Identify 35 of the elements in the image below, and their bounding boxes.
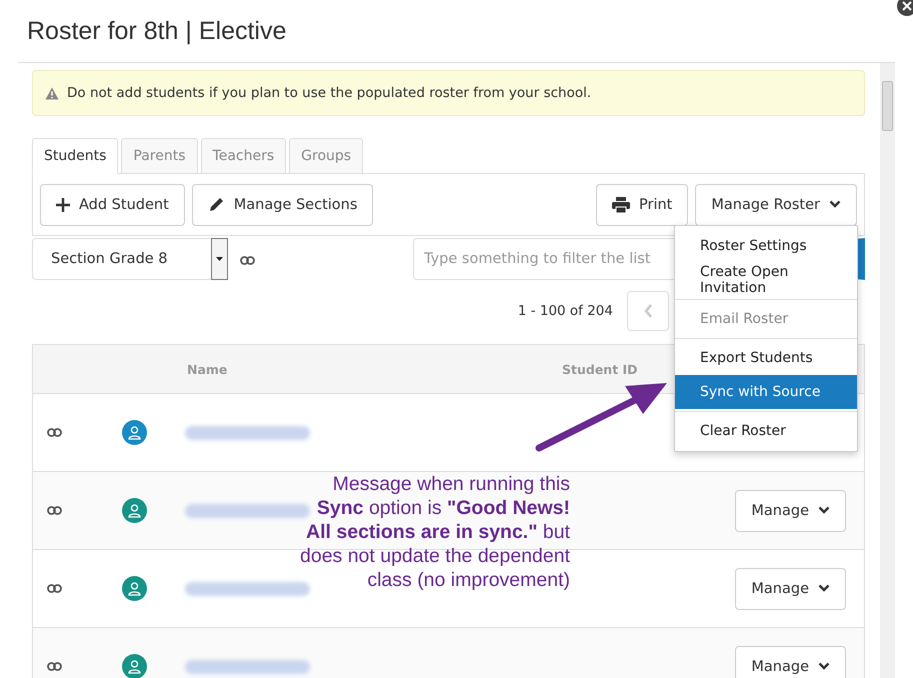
- menu-item[interactable]: Sync with Source: [675, 375, 857, 409]
- column-header: Name: [187, 362, 228, 376]
- pencil-icon: [208, 196, 225, 213]
- link-icon: [240, 256, 255, 264]
- scrollbar[interactable]: [880, 63, 895, 678]
- link-icon: [47, 506, 62, 515]
- manage-button[interactable]: Manage: [735, 490, 846, 532]
- chevron-down-icon: [818, 506, 830, 515]
- menu-item[interactable]: Clear Roster: [675, 414, 857, 448]
- warning-icon: [45, 86, 59, 100]
- printer-icon: [612, 196, 630, 212]
- manage-sections-button[interactable]: Manage Sections: [192, 184, 374, 226]
- plus-icon: [56, 198, 70, 212]
- print-button[interactable]: Print: [596, 184, 688, 226]
- add-student-button[interactable]: Add Student: [40, 184, 185, 226]
- manage-roster-button[interactable]: Manage Roster: [695, 184, 857, 226]
- previous-page-button[interactable]: [627, 291, 669, 331]
- annotation-text: Message when running this Sync option is "Good News! All sections are in sync." but does not update the dependent class (no improvement): [300, 472, 570, 592]
- chevron-down-icon: [818, 584, 830, 593]
- dialog-title: Roster for 8th | Elective: [27, 16, 286, 46]
- manage-button[interactable]: Manage: [735, 646, 846, 678]
- page-range: 1 - 100 of 204: [518, 303, 613, 319]
- section-select[interactable]: Section Grade 8: [32, 238, 228, 280]
- menu-item[interactable]: Export Students: [675, 341, 857, 375]
- caret-icon: [216, 257, 223, 261]
- chevron-left-icon: [644, 304, 652, 318]
- link-icon: [47, 584, 62, 593]
- chevron-down-icon: [829, 200, 841, 209]
- link-icon: [47, 662, 62, 671]
- tab[interactable]: Students: [32, 138, 118, 174]
- chevron-down-icon: [818, 662, 830, 671]
- manage-button[interactable]: Manage: [735, 568, 846, 610]
- link-icon: [47, 428, 62, 437]
- alert-text: Do not add students if you plan to use the populated roster from your school.: [67, 85, 592, 101]
- column-header: Student ID: [562, 362, 639, 376]
